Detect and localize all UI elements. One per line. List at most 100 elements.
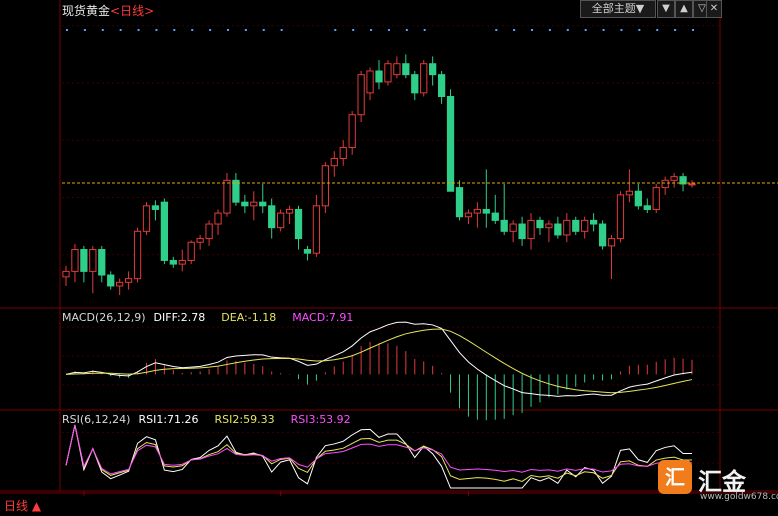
macd-diff-value: 2.78 [180, 311, 206, 324]
signal-dot [405, 29, 408, 31]
candle-body [330, 157, 338, 167]
candle-body [276, 212, 285, 229]
toolbar-down-button[interactable]: ▼ [657, 0, 675, 18]
rsi1-value: 71.26 [167, 413, 199, 426]
signal-dot [66, 29, 68, 31]
candle-body [670, 176, 678, 181]
signal-dot [137, 29, 140, 31]
candle-body [527, 219, 535, 240]
candle-body [285, 208, 294, 214]
macd-header: MACD(26,12,9) DIFF:2.78 DEA:-1.18 MACD:7.91 [62, 311, 354, 324]
toolbar-close-button[interactable]: ✕ [706, 0, 722, 18]
rsi2-value: 59.33 [243, 413, 275, 426]
candle-body [634, 190, 642, 207]
candle-body [643, 205, 651, 210]
signal-dot [584, 29, 587, 31]
candle-body [303, 249, 312, 254]
candle-body [250, 201, 258, 207]
candle-body [375, 70, 383, 83]
candle-body [581, 219, 589, 232]
macd-dea-value: -1.18 [247, 311, 277, 324]
candle-body [187, 241, 195, 261]
signal-dot [244, 29, 247, 31]
candle-body [151, 205, 160, 210]
candle-body [241, 201, 249, 207]
macd-macd-value: 7.91 [328, 311, 354, 324]
candle-body [142, 205, 151, 232]
period-label: <日线> [110, 4, 155, 18]
signal-dot [209, 29, 212, 31]
signal-dot [370, 29, 373, 31]
signal-dot [674, 29, 677, 31]
candle-body [178, 259, 186, 265]
candle-body [572, 219, 580, 232]
candle-body [652, 187, 660, 210]
candle-body [411, 74, 419, 94]
candle-body [321, 165, 329, 207]
candle-body [196, 238, 204, 243]
candle-body [545, 223, 553, 229]
candle-body [89, 249, 97, 272]
candle-body [607, 238, 616, 247]
candle-body [232, 179, 240, 203]
signal-dot [101, 29, 104, 31]
candle-body [393, 63, 401, 76]
watermark-logo: 汇 汇金 www.goldw678.com [656, 458, 778, 512]
signal-dot [620, 29, 623, 31]
candle-body [536, 219, 544, 229]
signal-dot [334, 29, 337, 31]
candle-body [473, 208, 482, 214]
candle-body [554, 223, 562, 236]
signal-dot [495, 29, 498, 31]
candle-body [491, 212, 499, 221]
theme-dropdown[interactable]: 全部主题▼ [580, 0, 656, 18]
candle-body [71, 249, 79, 272]
logo-url: www.goldw678.com [700, 492, 778, 502]
candle-body [366, 70, 374, 94]
toolbar-up-button[interactable]: ▲ [675, 0, 693, 18]
candle-body [259, 201, 267, 207]
candle-body [661, 179, 669, 189]
period-selector[interactable]: 日线 ▲ [4, 497, 41, 514]
signal-dot [602, 29, 605, 31]
candle-body [357, 74, 365, 116]
candle-body [589, 219, 598, 225]
candle-body [625, 190, 634, 196]
candle-body [402, 63, 410, 76]
candle-body [482, 208, 490, 214]
candle-body [80, 249, 88, 272]
candle-body [500, 219, 508, 232]
candle-body [429, 63, 437, 76]
signal-dot [423, 29, 426, 31]
signal-dot [173, 29, 176, 31]
candle-body [214, 212, 222, 225]
candle-body [384, 63, 392, 83]
candle-body [116, 281, 124, 287]
candle-body [509, 223, 517, 232]
candle-body [446, 96, 455, 192]
signal-dot [638, 29, 641, 31]
rsi-label: RSI(6,12,24) [62, 413, 131, 426]
candle-body [223, 179, 231, 214]
signal-dot [548, 29, 551, 31]
signal-dot [656, 29, 659, 31]
signal-dot [513, 29, 516, 31]
signal-dot [119, 29, 122, 31]
chart-title: 现货黄金<日线> [62, 2, 154, 19]
signal-dot [155, 29, 158, 31]
macd-label: MACD(26,12,9) [62, 311, 146, 324]
candle-body [598, 223, 607, 247]
signal-dot [226, 29, 229, 31]
candle-body [464, 212, 473, 218]
signal-dot [566, 29, 569, 31]
signal-dot [262, 29, 265, 31]
logo-icon: 汇 [658, 460, 692, 494]
candle-body [133, 230, 142, 280]
instrument-name: 现货黄金 [62, 4, 111, 18]
candle-body [688, 183, 696, 186]
rsi-header: RSI(6,12,24) RSI1:71.26 RSI2:59.33 RSI3:53.… [62, 413, 351, 426]
candle-body [268, 205, 276, 229]
signal-dot [531, 29, 534, 31]
candle-body [124, 278, 133, 283]
signal-dot [692, 29, 694, 31]
